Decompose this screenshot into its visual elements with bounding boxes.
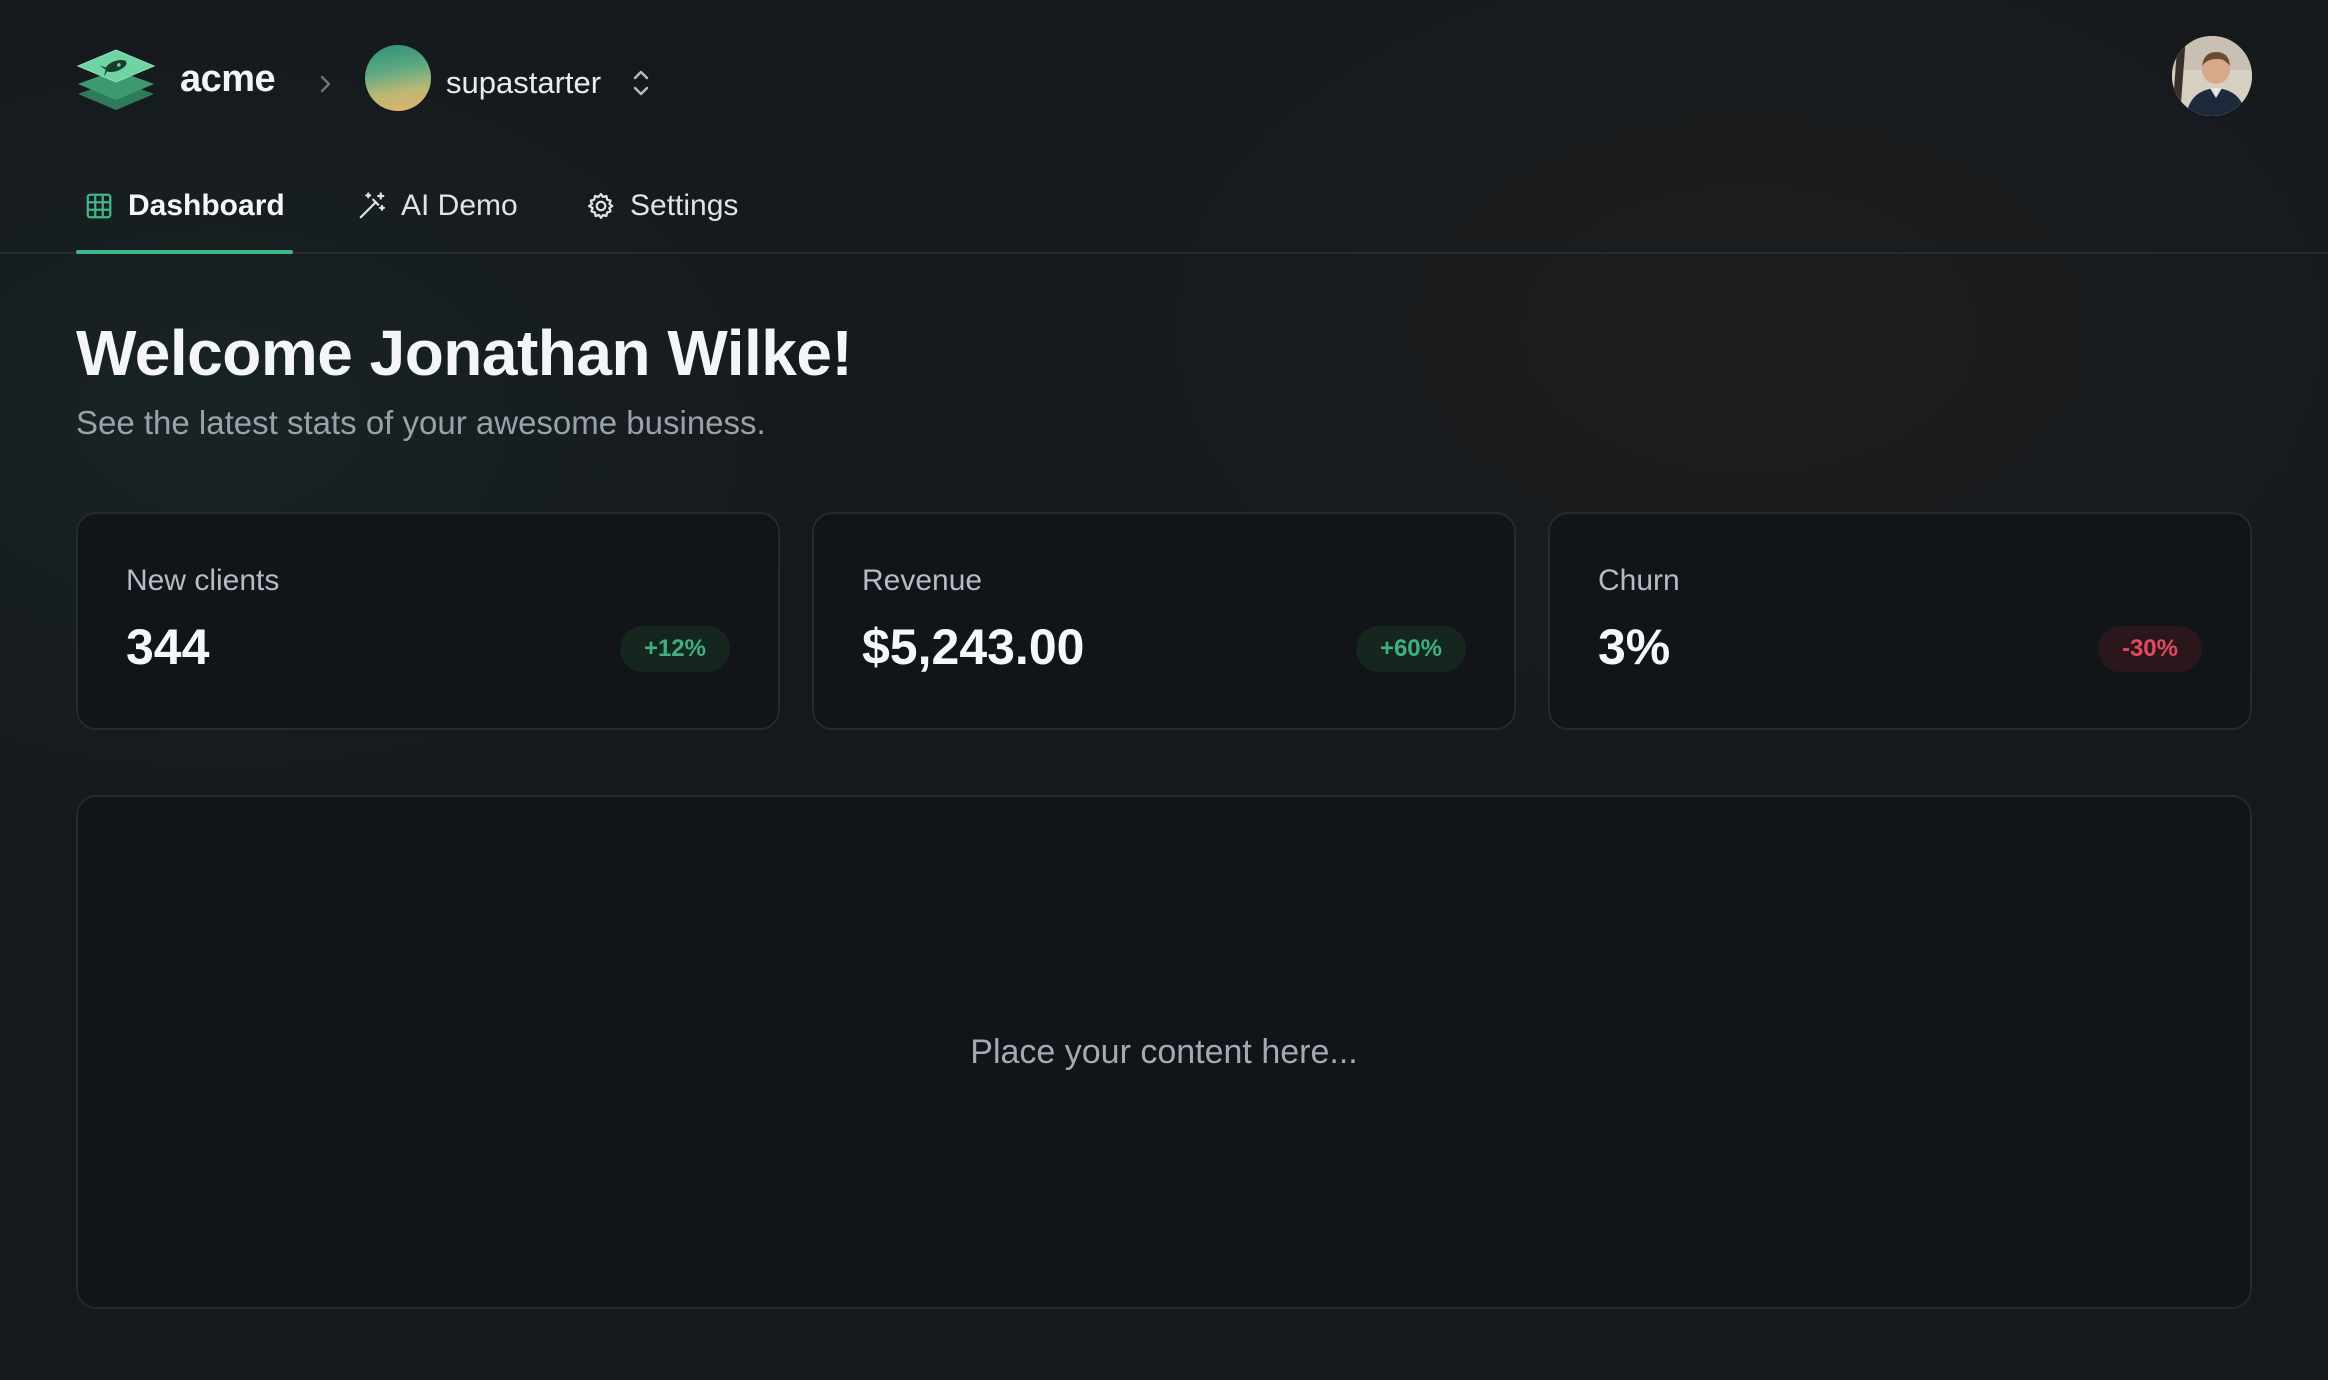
chevron-right-icon [320,75,331,93]
brand-name: acme [180,58,276,100]
page-subtitle: See the latest stats of your awesome bus… [76,404,766,441]
wand-sparkles-icon [359,192,385,219]
user-photo-icon [2172,36,2252,116]
organization-avatar[interactable] [365,45,431,111]
stat-label: Revenue [862,564,983,597]
chevrons-up-down-icon[interactable] [630,66,652,100]
stat-value: $5,243.00 [862,619,1085,675]
tab-ai-demo-label: AI Demo [401,189,518,222]
content-placeholder-panel: Place your content here... [76,795,2252,1309]
gear-icon [588,193,614,219]
tab-settings[interactable]: Settings [586,160,738,252]
stat-card-revenue: Revenue $5,243.00 +60% [812,512,1516,730]
tab-dashboard[interactable]: Dashboard [76,160,293,254]
top-bar: acme supastarter [0,0,2328,160]
layout-grid-icon [86,193,112,219]
stat-label: New clients [126,564,280,597]
trend-badge: +60% [1355,626,1466,672]
stat-label: Churn [1598,564,1680,597]
content-placeholder-text: Place your content here... [970,1032,1358,1071]
stat-card-new-clients: New clients 344 +12% [76,512,780,730]
stat-value: 3% [1598,619,1671,675]
trend-badge: -30% [2097,626,2202,672]
organization-name[interactable]: supastarter [446,65,601,101]
stat-value: 344 [126,619,210,675]
trend-badge: +12% [619,626,730,672]
tab-dashboard-label: Dashboard [128,189,285,222]
tab-settings-label: Settings [630,189,739,222]
tab-ai-demo[interactable]: AI Demo [357,160,518,252]
user-avatar[interactable] [2172,36,2252,116]
stat-card-churn: Churn 3% -30% [1548,512,2252,730]
acme-logo-icon[interactable] [74,46,158,122]
page-title: Welcome Jonathan Wilke! [76,317,853,389]
main-navigation-tabs: Dashboard AI Demo Settings [0,160,2328,254]
